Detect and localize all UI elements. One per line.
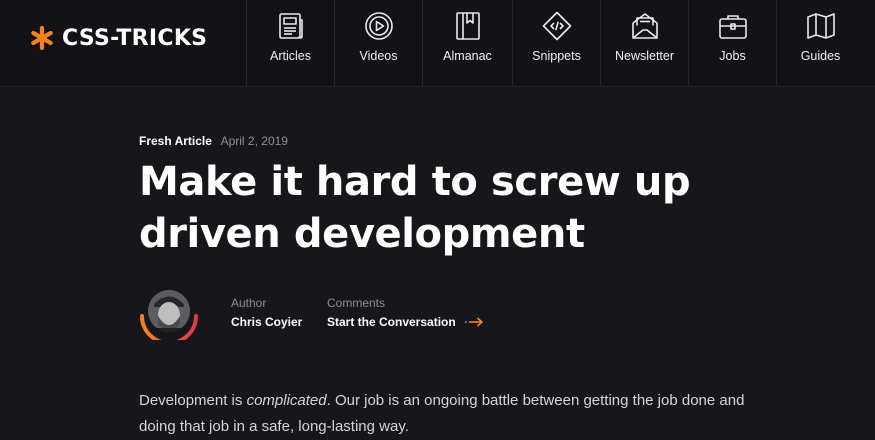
nav-item-almanac[interactable]: Almanac (422, 0, 512, 86)
envelope-icon (629, 10, 661, 42)
article-date: April 2, 2019 (220, 134, 288, 148)
nav-item-newsletter[interactable]: Newsletter (600, 0, 688, 86)
author-name-link[interactable]: Chris Coyier (231, 315, 302, 329)
article-meta: Fresh Article April 2, 2019 (139, 134, 288, 148)
nav-label-almanac: Almanac (443, 49, 492, 63)
nav-label-jobs: Jobs (719, 49, 746, 63)
byline: Author Chris Coyier Comments Start the C… (139, 288, 639, 345)
site-logo[interactable]: CSS-TRICKS (29, 23, 207, 53)
play-circle-icon (363, 10, 395, 42)
article-tag-link[interactable]: Fresh Article (139, 134, 212, 148)
nav-label-videos: Videos (359, 49, 398, 63)
nav-label-snippets: Snippets (532, 49, 581, 63)
intro-emphasis: complicated (246, 392, 327, 409)
main-nav: Articles Videos Almanac Snippets Newslet… (246, 0, 864, 86)
nav-label-newsletter: Newsletter (614, 49, 675, 63)
article-intro-paragraph: Development is complicated. Our job is a… (139, 388, 779, 440)
nav-label-articles: Articles (270, 49, 311, 63)
author-avatar[interactable] (139, 288, 199, 345)
intro-text-start: Development is (139, 392, 247, 409)
author-label: Author (231, 296, 267, 310)
logo-text: CSS-TRICKS (62, 25, 208, 51)
article-title: Make it hard to screw up driven developm… (139, 159, 691, 257)
nav-item-snippets[interactable]: Snippets (512, 0, 600, 86)
avatar-image (140, 290, 198, 345)
arrow-right-icon (465, 317, 484, 327)
briefcase-icon (717, 10, 749, 42)
nav-item-guides[interactable]: Guides (776, 0, 864, 86)
comments-block: Comments Start the Conversation (327, 296, 484, 331)
start-conversation-link[interactable]: Start the Conversation (327, 315, 456, 329)
asterisk-logo-icon (31, 25, 53, 51)
author-block: Author Chris Coyier (231, 296, 302, 331)
nav-item-jobs[interactable]: Jobs (688, 0, 776, 86)
newspaper-icon (275, 10, 307, 42)
comments-label: Comments (327, 296, 386, 310)
nav-item-articles[interactable]: Articles (246, 0, 334, 86)
book-icon (452, 10, 484, 42)
code-diamond-icon (541, 10, 573, 42)
map-icon (805, 10, 837, 42)
site-header: CSS-TRICKS Articles Videos Almanac Snipp… (0, 0, 875, 87)
nav-label-guides: Guides (800, 49, 841, 63)
nav-item-videos[interactable]: Videos (334, 0, 422, 86)
